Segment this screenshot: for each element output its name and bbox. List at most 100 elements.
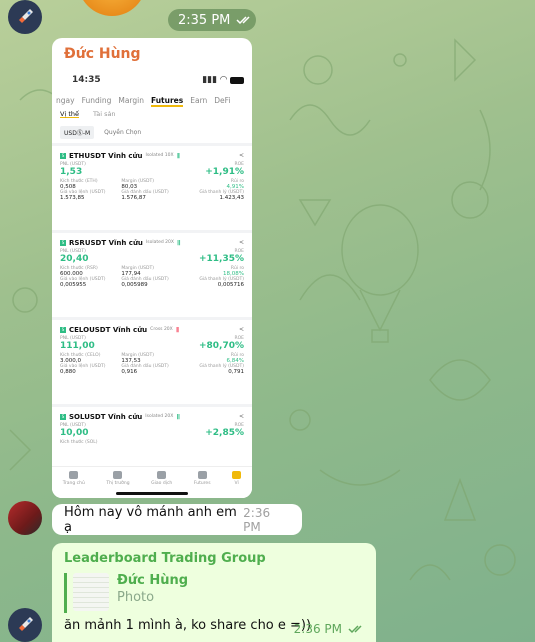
mark-value: 0,005989 xyxy=(121,282,148,288)
tab-futures: Futures xyxy=(150,96,184,107)
user-avatar[interactable] xyxy=(8,608,42,642)
position-card: S ETHUSDT Vĩnh cửu Isolated 10X |||| < P… xyxy=(52,143,252,230)
trade-icon xyxy=(157,471,167,479)
position-symbol: SOLUSDT Vĩnh cửu xyxy=(69,412,143,421)
trading-screenshot[interactable]: 14:35 ▮▮▮ ◠ ngay Funding Margin Futures … xyxy=(52,69,252,498)
reply-time-row: 2:36 PM xyxy=(294,622,366,636)
pnl-values: 10,00 +2,85% xyxy=(60,428,244,438)
reply-quote[interactable]: Đức Hùng Photo xyxy=(64,573,364,613)
liq-value: 0,791 xyxy=(228,369,244,375)
wifi-icon: ◠ xyxy=(220,75,227,85)
positions-list: S ETHUSDT Vĩnh cửu Isolated 10X |||| < P… xyxy=(52,143,252,491)
pnl-values: 20,40 +11,35% xyxy=(60,254,244,264)
position-type-icon: S xyxy=(60,413,66,420)
detail-grid: Kích thước (RSR) Margin (USDT) Rủi ro 60… xyxy=(60,266,244,288)
quoted-sender: Đức Hùng xyxy=(117,573,189,588)
sender-name[interactable]: Đức Hùng xyxy=(52,38,252,69)
mark-value: 0,916 xyxy=(121,369,138,375)
nav-label: Futures xyxy=(193,481,211,486)
reply-text: ăn mảnh 1 mình à, ko share cho e =)) xyxy=(64,618,312,633)
wallet-icon xyxy=(232,471,242,479)
text-message[interactable]: Hôm nay vô mánh anh em ạ 2:36 PM xyxy=(52,504,302,535)
position-type-icon: S xyxy=(60,239,66,246)
tab-funding: Funding xyxy=(81,96,112,105)
nav-wallet: Ví xyxy=(232,471,242,486)
home-icon xyxy=(69,471,79,479)
signal-bars-icon: |||| xyxy=(175,326,180,333)
double-check-icon xyxy=(236,16,250,25)
rocket-icon xyxy=(19,9,33,23)
position-symbol: CELOUSDT Vĩnh cửu xyxy=(69,325,148,334)
position-symbol: ETHUSDT Vĩnh cửu xyxy=(69,151,143,160)
position-card: S CELOUSDT Vĩnh cửu Cross 20X |||| < PNL… xyxy=(52,317,252,404)
position-header: S CELOUSDT Vĩnh cửu Cross 20X |||| < xyxy=(60,323,244,336)
position-leverage: Isolated 20X xyxy=(145,240,174,245)
position-type-icon: S xyxy=(60,326,66,333)
position-leverage: Cross 20X xyxy=(150,327,173,332)
roe-value: +2,85% xyxy=(205,428,244,438)
double-check-icon xyxy=(348,625,362,634)
risk-label xyxy=(183,440,244,445)
signal-bars-icon: |||| xyxy=(176,152,181,159)
filter-options: Quyền Chọn xyxy=(104,128,142,136)
tab-defi: DeFi xyxy=(214,96,231,105)
photo-message[interactable]: Đức Hùng 14:35 ▮▮▮ ◠ ngay Funding Margin… xyxy=(52,38,252,498)
filter-usdm: USDⓈ-M xyxy=(60,125,95,139)
share-icon: < xyxy=(238,152,244,159)
message-text: Hôm nay vô mánh anh em ạ xyxy=(64,504,237,535)
reply-message[interactable]: Leaderboard Trading Group Đức Hùng Photo… xyxy=(52,543,376,642)
status-icons: ▮▮▮ ◠ xyxy=(202,75,244,85)
detail-grid: Kích thước (SOL) xyxy=(60,440,244,445)
pnl-value: 10,00 xyxy=(60,428,89,438)
nav-label: Thị trường xyxy=(106,481,130,486)
signal-bars-icon: |||| xyxy=(176,413,180,420)
pnl-value: 20,40 xyxy=(60,254,89,264)
share-icon: < xyxy=(238,413,244,420)
subtab-assets: Tài sản xyxy=(93,110,116,118)
margin-label xyxy=(121,440,182,445)
quoted-type: Photo xyxy=(117,590,155,605)
nav-trade: Giao dịch xyxy=(151,471,172,486)
position-symbol: RSRUSDT Vĩnh cửu xyxy=(69,238,143,247)
signal-icon: ▮▮▮ xyxy=(202,75,218,85)
sender-avatar[interactable] xyxy=(8,501,42,535)
message-time: 2:36 PM xyxy=(293,622,342,636)
futures-icon xyxy=(197,471,207,479)
position-header: S SOLUSDT Vĩnh cửu Isolated 20X |||| < xyxy=(60,410,244,423)
position-header: S RSRUSDT Vĩnh cửu Isolated 20X |||| < xyxy=(60,236,244,249)
share-icon: < xyxy=(238,239,244,246)
signal-bars-icon: |||| xyxy=(176,239,181,246)
detail-grid: Kích thước (CELO) Margin (USDT) Rủi ro 3… xyxy=(60,353,244,375)
mark-value: 1.576,87 xyxy=(121,195,146,201)
pnl-values: 1,53 +1,91% xyxy=(60,167,244,177)
position-type-icon: S xyxy=(60,152,66,159)
nav-home: Trang chủ xyxy=(63,471,85,486)
filter-row: USDⓈ-M Quyền Chọn xyxy=(52,121,252,143)
nav-label: Trang chủ xyxy=(62,481,85,486)
user-avatar[interactable] xyxy=(8,0,42,34)
status-time: 14:35 xyxy=(72,75,101,85)
message-time: 2:36 PM xyxy=(243,505,271,534)
entry-value: 1.573,85 xyxy=(60,195,85,201)
home-indicator xyxy=(116,492,188,495)
entry-value: 0,005955 xyxy=(60,282,87,288)
roe-value: +1,91% xyxy=(205,167,244,177)
battery-icon xyxy=(230,76,244,84)
subtab-positions: Vị thế xyxy=(60,110,79,118)
pnl-values: 111,00 +80,70% xyxy=(60,341,244,351)
tab-ngay: ngay xyxy=(56,96,75,105)
phone-status-bar: 14:35 ▮▮▮ ◠ xyxy=(52,69,252,91)
nav-label: Giao dịch xyxy=(151,481,173,486)
position-leverage: Isolated 20X xyxy=(145,414,174,419)
tab-margin: Margin xyxy=(118,96,144,105)
share-icon: < xyxy=(238,326,244,333)
roe-value: +11,35% xyxy=(198,254,244,264)
nav-futures: Futures xyxy=(194,471,211,486)
wallet-tabs: ngay Funding Margin Futures Earn DeFi xyxy=(52,91,252,107)
detail-grid: Kích thước (ETH) Margin (USDT) Rủi ro 0,… xyxy=(60,179,244,201)
sticker[interactable] xyxy=(78,0,146,16)
liq-value: 0,005716 xyxy=(217,282,244,288)
message-time: 2:35 PM xyxy=(178,12,231,28)
reply-group-name[interactable]: Leaderboard Trading Group xyxy=(64,551,364,566)
message-time-pill: 2:35 PM xyxy=(168,9,256,31)
